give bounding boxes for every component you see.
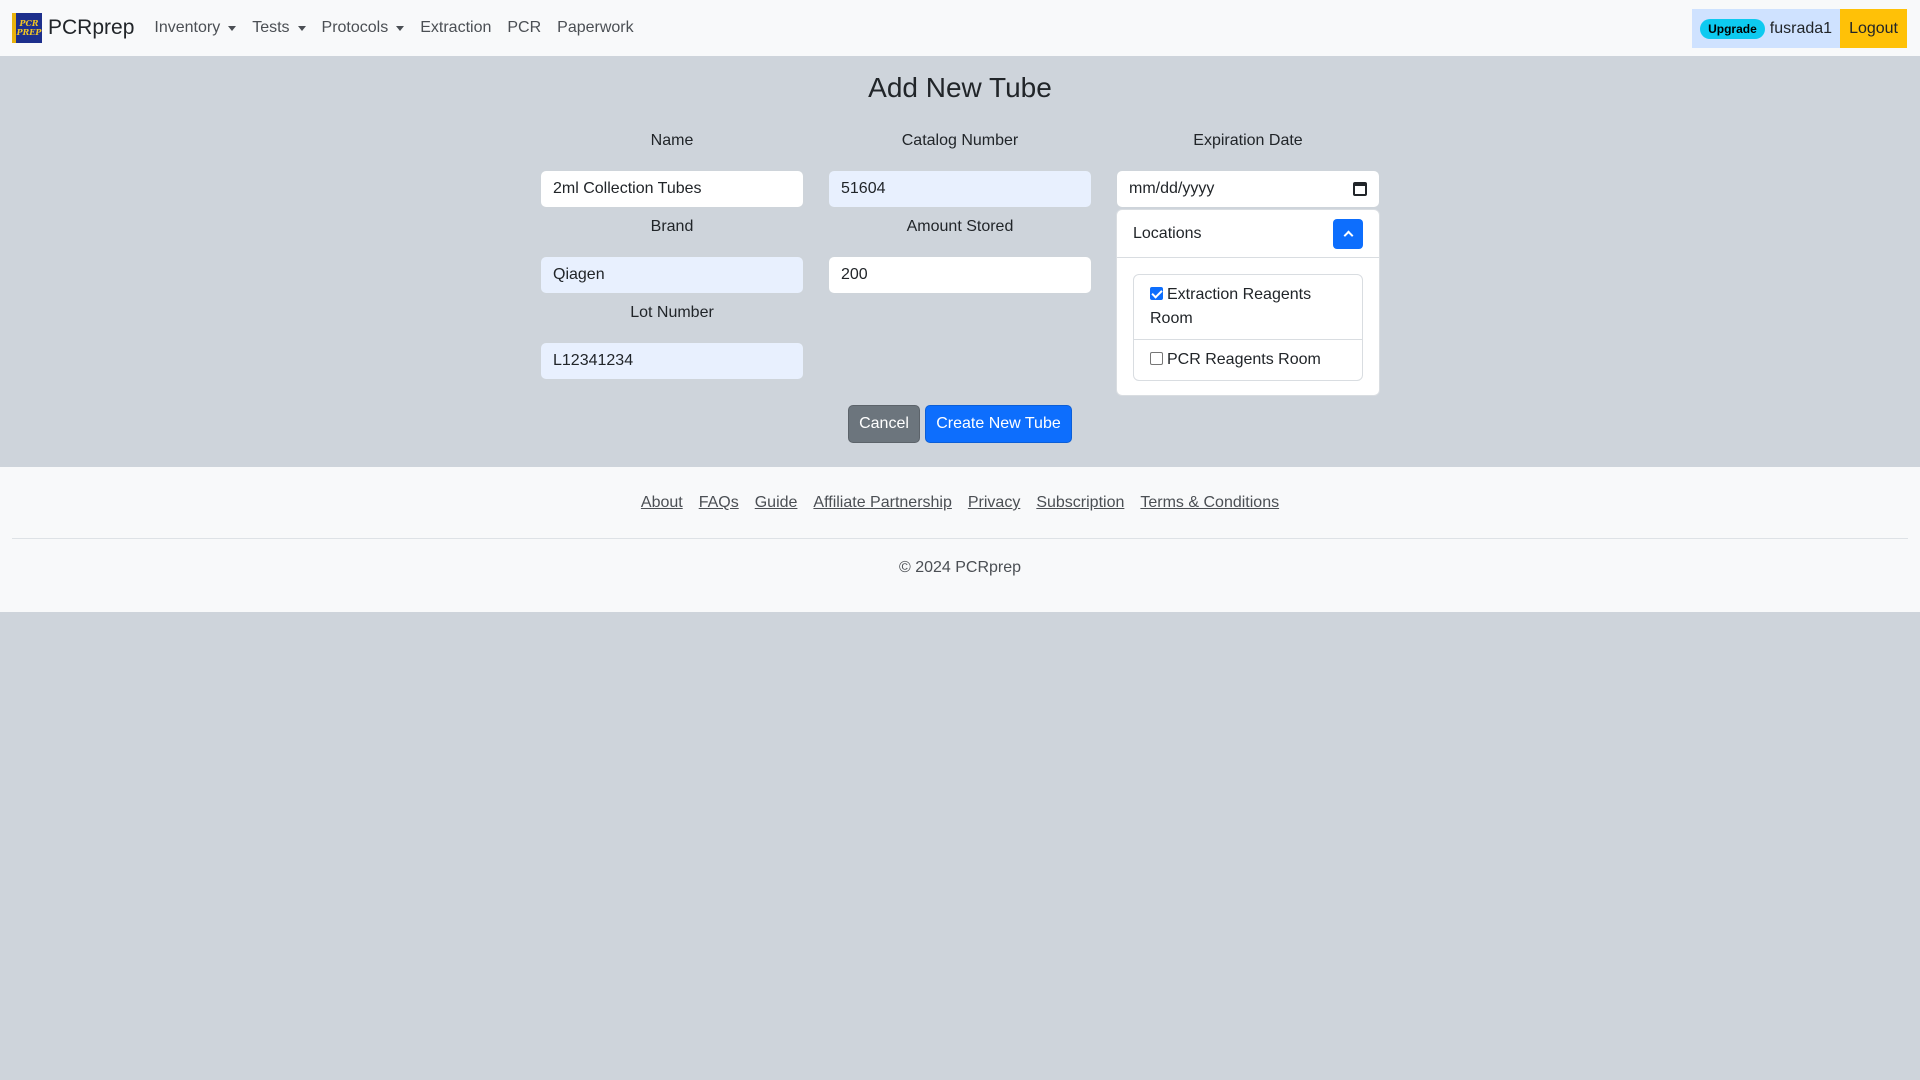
pcrprep-logo: PCR PREP xyxy=(12,13,42,43)
copyright-text: © 2024 PCRprep xyxy=(898,559,1022,576)
location-checkbox-checked[interactable] xyxy=(1150,287,1163,300)
footer-links: About FAQs Guide Affiliate Partnership P… xyxy=(0,494,1920,512)
caret-down-icon xyxy=(297,25,306,31)
catalog-number-input[interactable]: 51604 xyxy=(828,170,1092,208)
brand-link[interactable]: PCR PREP PCRprep xyxy=(12,13,134,43)
lot-number-field-group: Lot Number L12341234 xyxy=(540,304,804,380)
top-navbar: PCR PREP PCRprep Inventory Tests Protoco… xyxy=(0,0,1920,56)
collapse-locations-button[interactable] xyxy=(1333,218,1363,249)
expiration-date-field-group: Expiration Date mm/dd/yyyy xyxy=(1116,132,1380,208)
brand-field-group: Brand Qiagen xyxy=(540,218,804,294)
footer-link-guide[interactable]: Guide xyxy=(755,494,798,512)
amount-stored-label: Amount Stored xyxy=(906,218,1014,235)
footer-link-subscription[interactable]: Subscription xyxy=(1036,494,1124,512)
locations-title: Locations xyxy=(1133,224,1202,242)
location-item-pcr-reagents-room[interactable]: PCR Reagents Room xyxy=(1134,339,1362,380)
name-field-group: Name 2ml Collection Tubes xyxy=(540,132,804,208)
nav-item-inventory[interactable]: Inventory xyxy=(146,19,244,37)
footer-link-faqs[interactable]: FAQs xyxy=(699,494,739,512)
user-box: Upgrade fusrada1 xyxy=(1692,9,1841,48)
brand-name: PCRprep xyxy=(48,16,135,39)
location-checkbox-unchecked[interactable] xyxy=(1150,352,1163,365)
location-label: Extraction Reagents Room xyxy=(1150,286,1312,327)
name-label: Name xyxy=(650,132,694,149)
footer-link-about[interactable]: About xyxy=(641,494,683,512)
locations-list: Extraction Reagents Room PCR Reagents Ro… xyxy=(1133,274,1363,381)
catalog-number-field-group: Catalog Number 51604 xyxy=(828,132,1092,208)
username[interactable]: fusrada1 xyxy=(1770,20,1832,38)
nav-item-label: Tests xyxy=(252,19,290,36)
expiration-date-label: Expiration Date xyxy=(1193,132,1303,149)
user-area: Upgrade fusrada1 Logout xyxy=(1692,9,1907,48)
nav-menu: Inventory Tests Protocols Extraction PCR… xyxy=(146,19,641,37)
catalog-number-label: Catalog Number xyxy=(901,132,1019,149)
amount-stored-field-group: Amount Stored 200 xyxy=(828,218,1092,294)
nav-item-label: Inventory xyxy=(154,19,221,36)
nav-item-extraction[interactable]: Extraction xyxy=(412,19,499,37)
chevron-up-icon xyxy=(1343,230,1353,241)
nav-item-label: Protocols xyxy=(321,19,389,36)
nav-item-paperwork[interactable]: Paperwork xyxy=(549,19,641,37)
lot-number-input[interactable]: L12341234 xyxy=(540,342,804,380)
lot-number-label: Lot Number xyxy=(630,304,714,321)
upgrade-badge[interactable]: Upgrade xyxy=(1700,18,1765,39)
footer-divider xyxy=(12,538,1908,539)
calendar-icon[interactable] xyxy=(1353,182,1367,196)
footer-link-terms[interactable]: Terms & Conditions xyxy=(1140,494,1279,512)
cancel-button[interactable]: Cancel xyxy=(848,405,920,443)
footer-link-affiliate-partnership[interactable]: Affiliate Partnership xyxy=(813,494,951,512)
caret-down-icon xyxy=(228,25,237,31)
amount-stored-input[interactable]: 200 xyxy=(828,256,1092,294)
nav-item-tests[interactable]: Tests xyxy=(244,19,313,37)
footer: About FAQs Guide Affiliate Partnership P… xyxy=(0,467,1920,612)
nav-item-label: PCR xyxy=(507,19,542,36)
location-label: PCR Reagents Room xyxy=(1167,351,1321,368)
footer-link-privacy[interactable]: Privacy xyxy=(968,494,1020,512)
locations-card: Locations Extraction Reagents Room PCR R… xyxy=(1116,209,1380,396)
name-input[interactable]: 2ml Collection Tubes xyxy=(540,170,804,208)
brand-label: Brand xyxy=(650,218,694,235)
locations-header: Locations xyxy=(1117,210,1379,258)
page-title: Add New Tube xyxy=(868,72,1052,103)
logout-button[interactable]: Logout xyxy=(1840,9,1907,48)
nav-item-label: Paperwork xyxy=(557,19,634,36)
date-placeholder: mm/dd/yyyy xyxy=(1129,180,1215,197)
brand-input[interactable]: Qiagen xyxy=(540,256,804,294)
create-new-tube-button[interactable]: Create New Tube xyxy=(925,405,1072,443)
expiration-date-input[interactable]: mm/dd/yyyy xyxy=(1116,170,1380,208)
location-item-extraction-reagents-room[interactable]: Extraction Reagents Room xyxy=(1134,275,1362,339)
nav-item-label: Extraction xyxy=(420,19,492,36)
nav-item-protocols[interactable]: Protocols xyxy=(314,19,413,37)
nav-item-pcr[interactable]: PCR xyxy=(499,19,549,37)
caret-down-icon xyxy=(396,25,405,31)
